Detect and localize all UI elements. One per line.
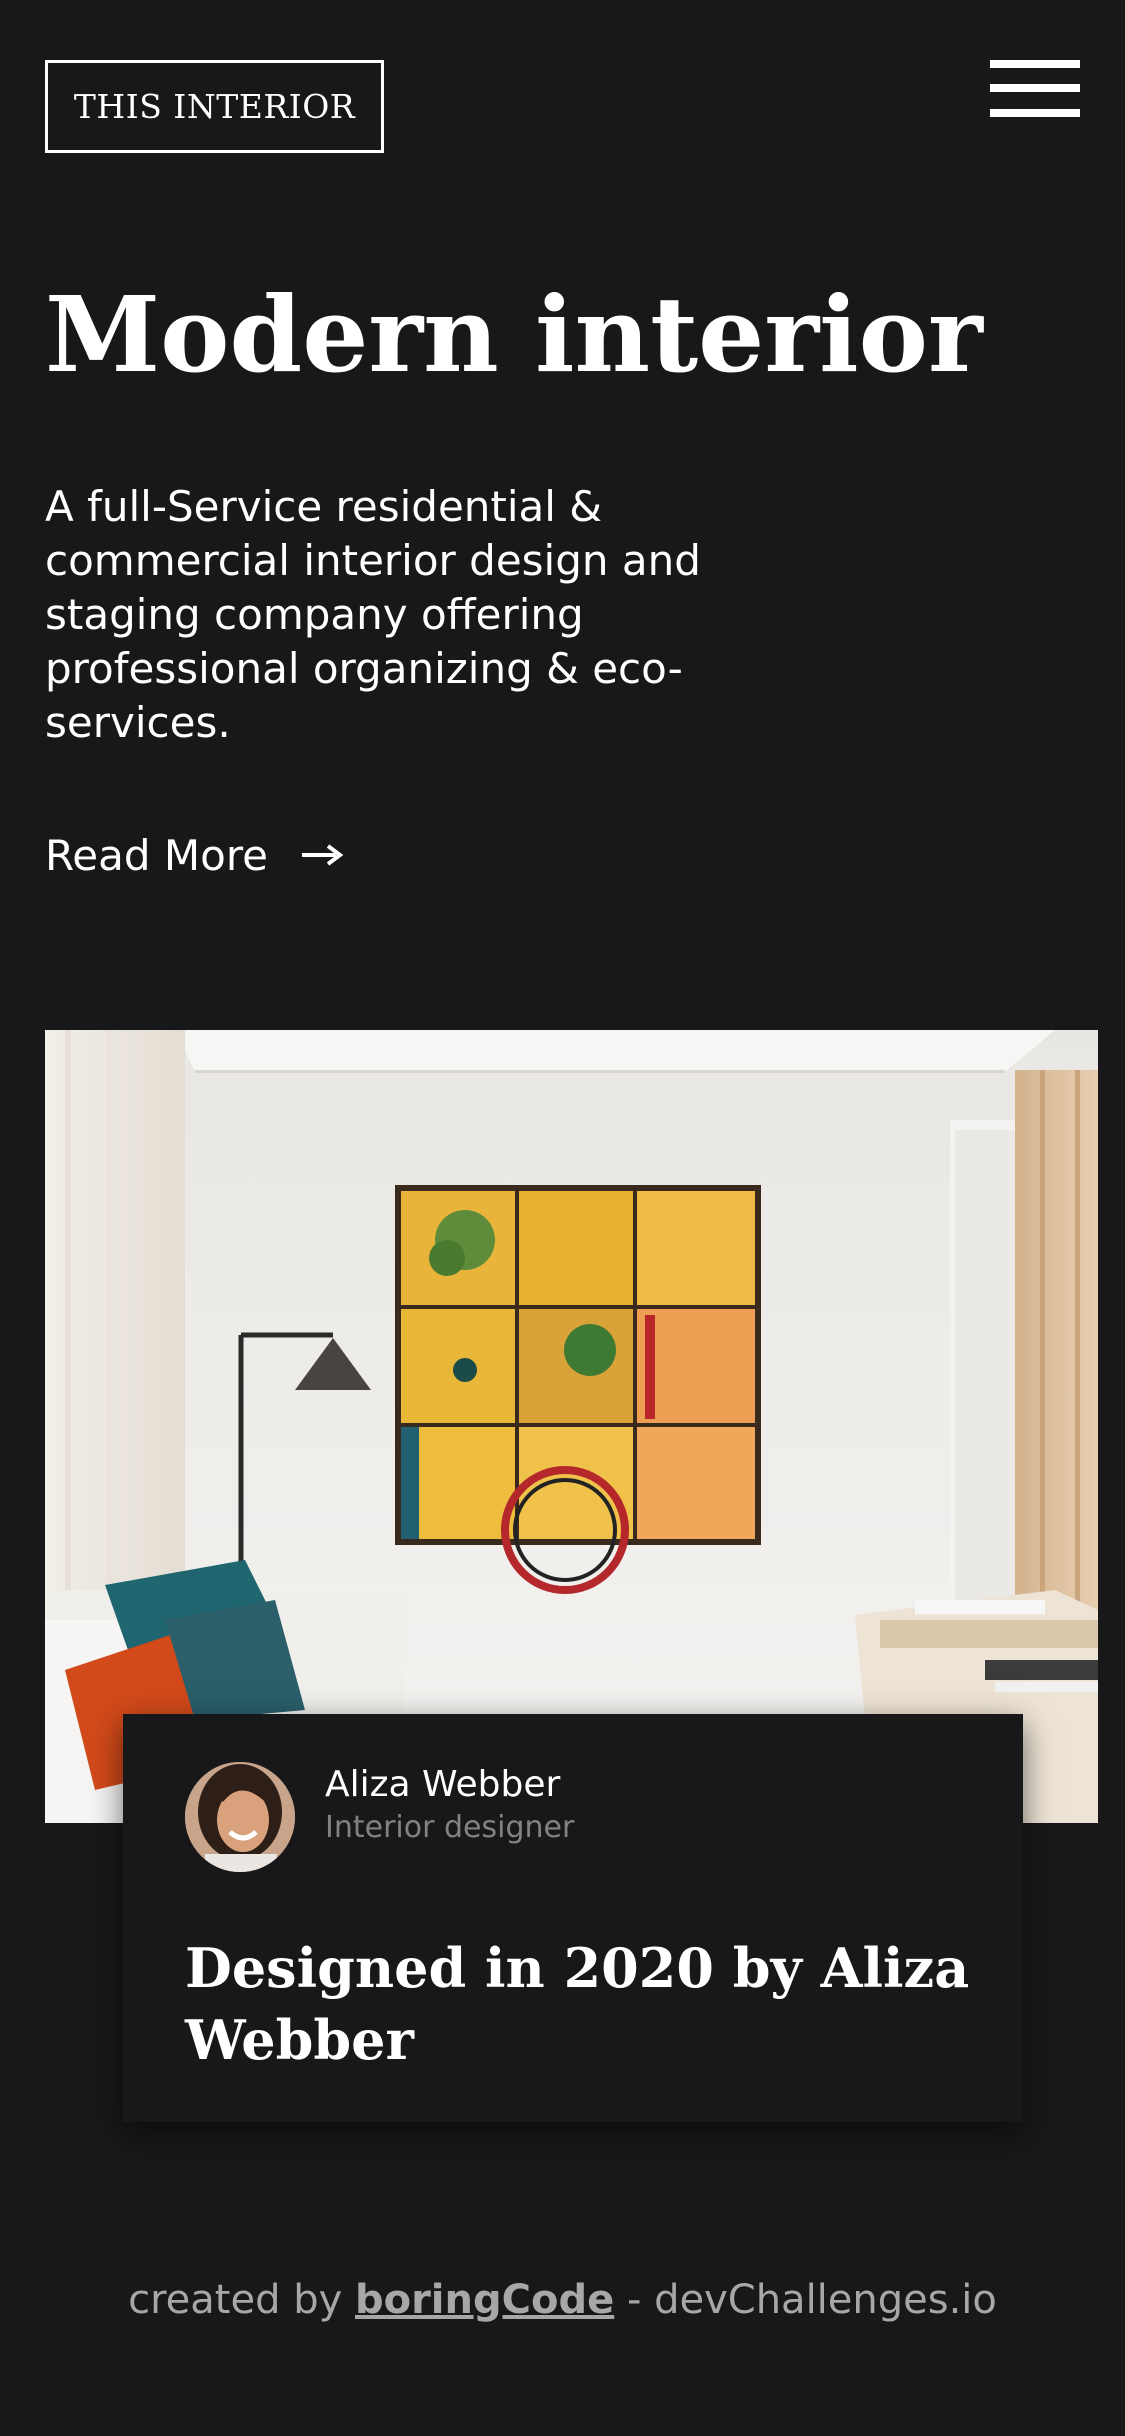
hamburger-menu-icon[interactable] xyxy=(990,60,1080,117)
footer-suffix: - devChallenges.io xyxy=(614,2277,997,2323)
interior-photo xyxy=(45,1030,1098,1823)
menu-bar xyxy=(990,84,1080,92)
avatar-portrait xyxy=(185,1762,295,1872)
read-more-label: Read More xyxy=(45,830,269,880)
page: THIS INTERIOR Modern interior A full-Ser… xyxy=(0,0,1125,2436)
brand-label: THIS INTERIOR xyxy=(73,87,356,126)
footer-author-link[interactable]: boringCode xyxy=(355,2277,614,2323)
designer-card: Aliza Webber Interior designer Designed … xyxy=(123,1714,1023,2122)
card-title: Designed in 2020 by Aliza Webber xyxy=(185,1936,970,2072)
author-name: Aliza Webber xyxy=(325,1764,561,1805)
menu-bar xyxy=(990,109,1080,117)
brand-logo-button[interactable]: THIS INTERIOR xyxy=(45,60,384,153)
avatar[interactable] xyxy=(185,1762,295,1872)
author-role: Interior designer xyxy=(325,1810,575,1845)
read-more-link[interactable]: Read More xyxy=(45,820,344,890)
interior-photo-illustration xyxy=(45,1030,1098,1823)
hero-description: A full-Service residential & commercial … xyxy=(45,482,701,747)
page-title: Modern interior xyxy=(45,273,983,396)
menu-bar xyxy=(990,60,1080,68)
arrow-right-icon xyxy=(300,843,344,867)
footer: created by boringCode - devChallenges.io xyxy=(0,2270,1125,2330)
footer-prefix: created by xyxy=(128,2277,355,2323)
